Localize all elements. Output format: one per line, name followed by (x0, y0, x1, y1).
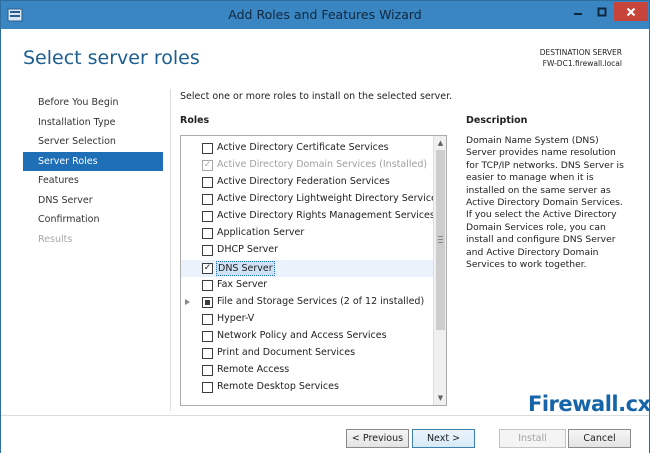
window-title: Add Roles and Features Wizard (228, 7, 422, 22)
scroll-thumb[interactable] (436, 150, 445, 330)
divider (170, 89, 171, 411)
previous-button[interactable]: < Previous (346, 429, 409, 448)
cancel-button[interactable]: Cancel (568, 429, 631, 448)
checkmark-icon: ✓ (203, 263, 212, 273)
sidebar-item-dns-server[interactable]: DNS Server (23, 191, 163, 211)
role-checkbox[interactable]: ✓ (202, 263, 213, 274)
role-checkbox[interactable] (202, 177, 213, 188)
maximize-icon (597, 7, 607, 16)
instruction-text: Select one or more roles to install on t… (180, 91, 453, 102)
role-checkbox[interactable] (202, 382, 213, 393)
role-label: Remote Access (217, 364, 290, 375)
list-item[interactable]: Application Server (181, 225, 433, 242)
sidebar-item-server-roles[interactable]: Server Roles (23, 151, 163, 171)
sidebar-item-results: Results (38, 233, 73, 245)
role-label: DNS Server (216, 261, 275, 276)
expand-arrow-icon[interactable] (185, 299, 190, 305)
role-label: Active Directory Rights Management Servi… (217, 210, 435, 221)
list-item[interactable]: File and Storage Services (2 of 12 insta… (181, 294, 433, 311)
install-button: Install (499, 429, 566, 448)
next-button[interactable]: Next > (412, 429, 475, 448)
destination-label: DESTINATION SERVER (539, 48, 622, 57)
scroll-down-arrow-icon[interactable]: ▼ (434, 391, 446, 404)
roles-heading: Roles (180, 115, 210, 126)
description-heading: Description (466, 115, 528, 126)
checkmark-icon: ✓ (203, 160, 212, 170)
partial-check-icon (205, 300, 210, 305)
role-checkbox[interactable] (202, 245, 213, 256)
list-item: ✓ Active Directory Domain Services (Inst… (181, 157, 433, 174)
role-label: Active Directory Lightweight Directory S… (217, 193, 442, 204)
role-label: Active Directory Federation Services (217, 176, 390, 187)
list-item[interactable]: Active Directory Lightweight Directory S… (181, 191, 442, 208)
list-item[interactable]: DHCP Server (181, 242, 433, 259)
destination-server-name: FW-DC1.firewall.local (542, 59, 622, 68)
list-item[interactable]: Hyper-V (181, 311, 433, 328)
list-item[interactable]: Fax Server (181, 277, 433, 294)
page-title: Select server roles (23, 47, 200, 69)
wizard-window: Add Roles and Features Wizard Select ser… (0, 0, 650, 453)
list-item[interactable]: Print and Document Services (181, 345, 433, 362)
role-label: Network Policy and Access Services (217, 330, 387, 341)
role-label: Active Directory Certificate Services (217, 142, 389, 153)
list-item[interactable]: Active Directory Federation Services (181, 174, 433, 191)
list-item-selected[interactable]: ✓ DNS Server (181, 260, 433, 277)
grip-icon (438, 236, 443, 237)
close-button[interactable] (614, 2, 648, 21)
role-label: Active Directory Domain Services (Instal… (217, 159, 428, 170)
title-bar[interactable]: Add Roles and Features Wizard (1, 1, 649, 29)
sidebar-item-features[interactable]: Features (23, 171, 163, 191)
grip-icon (438, 242, 443, 243)
list-item[interactable]: Remote Access (181, 362, 433, 379)
role-label: File and Storage Services (2 of 12 insta… (217, 296, 425, 307)
sidebar-item-before-you-begin[interactable]: Before You Begin (23, 93, 163, 113)
minimize-icon (574, 12, 582, 15)
description-text: Domain Name System (DNS) Server provides… (466, 135, 624, 271)
list-item[interactable]: Active Directory Rights Management Servi… (181, 208, 435, 225)
role-checkbox[interactable] (202, 348, 213, 359)
sidebar-item-installation-type[interactable]: Installation Type (23, 113, 163, 133)
list-item[interactable]: Remote Desktop Services (181, 379, 433, 396)
role-checkbox[interactable] (202, 365, 213, 376)
role-label: Application Server (217, 227, 305, 238)
role-label: Remote Desktop Services (217, 381, 339, 392)
destination-server: DESTINATION SERVER FW-DC1.firewall.local (540, 47, 622, 69)
close-icon (626, 7, 636, 16)
scroll-up-arrow-icon[interactable]: ▲ (434, 136, 446, 149)
role-checkbox[interactable] (202, 297, 213, 308)
role-checkbox[interactable] (202, 143, 213, 154)
role-checkbox[interactable] (202, 194, 213, 205)
role-checkbox[interactable] (202, 280, 213, 291)
minimize-button[interactable] (566, 2, 590, 21)
role-label: DHCP Server (217, 244, 278, 255)
sidebar-item-server-selection[interactable]: Server Selection (23, 132, 163, 152)
role-label: Print and Document Services (217, 347, 356, 358)
wizard-steps-sidebar: Before You Begin Installation Type Serve… (23, 93, 163, 249)
maximize-button[interactable] (590, 2, 614, 21)
role-checkbox[interactable] (202, 211, 213, 222)
grip-icon (438, 239, 443, 240)
firewall-cx-logo: Firewall.cx (528, 392, 650, 416)
list-item[interactable]: Network Policy and Access Services (181, 328, 433, 345)
roles-scrollbar[interactable]: ▲ ▼ (433, 136, 446, 405)
list-item[interactable]: Active Directory Certificate Services (181, 140, 433, 157)
roles-list[interactable]: Active Directory Certificate Services ✓ … (180, 135, 447, 406)
role-checkbox[interactable] (202, 314, 213, 325)
role-checkbox[interactable] (202, 331, 213, 342)
sidebar-item-confirmation[interactable]: Confirmation (23, 210, 163, 230)
role-checkbox: ✓ (202, 160, 213, 171)
role-checkbox[interactable] (202, 228, 213, 239)
role-label: Fax Server (217, 279, 268, 290)
role-label: Hyper-V (217, 313, 255, 324)
